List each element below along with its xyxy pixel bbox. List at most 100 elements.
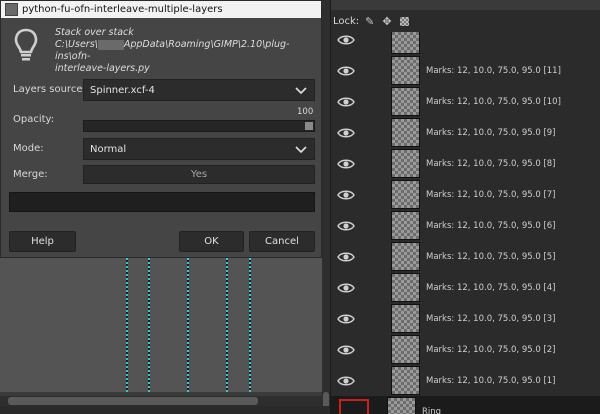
layer-thumbnail[interactable] <box>391 335 420 364</box>
layer-chain-toggle[interactable] <box>359 243 391 270</box>
visibility-eye-icon[interactable] <box>333 34 359 46</box>
layer-name[interactable]: Marks: 12, 10.0, 75.0, 95.0 [11] <box>426 66 561 76</box>
visibility-eye-icon[interactable] <box>333 127 359 139</box>
vertical-scrollbar[interactable] <box>322 0 330 414</box>
visibility-eye-icon[interactable] <box>333 282 359 294</box>
layer-row[interactable]: Marks: 12, 10.0, 75.0, 95.0 [3] <box>331 303 600 334</box>
layer-row[interactable]: Marks: 12, 10.0, 75.0, 95.0 [11] <box>331 55 600 86</box>
layer-name[interactable]: Marks: 12, 10.0, 75.0, 95.0 [2] <box>426 345 556 355</box>
layer-chain-toggle[interactable] <box>359 336 391 363</box>
layer-thumbnail[interactable] <box>387 397 416 414</box>
layer-row[interactable]: Marks: 12, 10.0, 75.0, 95.0 [1] <box>331 365 600 396</box>
layer-row[interactable]: Marks: 12, 10.0, 75.0, 95.0 [5] <box>331 241 600 272</box>
layer-thumbnail[interactable] <box>391 32 420 54</box>
info-line-3: interleave-layers.py <box>55 63 150 74</box>
visibility-eye-icon[interactable] <box>333 158 359 170</box>
info-row: Stack over stack C:\Users\ AppData\Roamin… <box>9 25 315 74</box>
canvas-guide-line <box>226 258 228 392</box>
layer-list[interactable]: Marks: 12, 10.0, 75.0, 95.0 [11] Marks: 1… <box>331 32 600 414</box>
plugin-info-text: Stack over stack C:\Users\ AppData\Roamin… <box>55 27 315 75</box>
horizontal-scrollbar[interactable] <box>0 396 322 406</box>
layer-row[interactable]: Ring <box>331 396 600 414</box>
layer-chain-toggle[interactable] <box>359 274 391 301</box>
layer-chain-toggle[interactable] <box>339 399 369 414</box>
move-lock-icon[interactable]: ✥ <box>382 15 391 28</box>
canvas-guide-line <box>126 258 128 392</box>
layer-name[interactable]: Marks: 12, 10.0, 75.0, 95.0 [5] <box>426 252 556 262</box>
canvas-image-region[interactable] <box>0 258 322 392</box>
layer-thumbnail[interactable] <box>391 211 420 240</box>
app-icon <box>5 3 18 16</box>
visibility-eye-icon[interactable] <box>333 313 359 325</box>
alpha-lock-icon[interactable] <box>399 16 409 26</box>
mode-select[interactable]: Normal <box>83 138 315 160</box>
layer-name[interactable]: Marks: 12, 10.0, 75.0, 95.0 [4] <box>426 283 556 293</box>
visibility-eye-icon[interactable] <box>333 375 359 387</box>
lock-label: Lock: <box>333 15 360 27</box>
layer-name[interactable]: Marks: 12, 10.0, 75.0, 95.0 [7] <box>426 190 556 200</box>
layer-name[interactable]: Marks: 12, 10.0, 75.0, 95.0 [10] <box>426 97 561 107</box>
info-path-prefix: C:\Users\ <box>55 39 98 50</box>
layer-chain-toggle[interactable] <box>359 181 391 208</box>
visibility-eye-icon[interactable] <box>333 189 359 201</box>
layer-name[interactable]: Marks: 12, 10.0, 75.0, 95.0 [9] <box>426 128 556 138</box>
visibility-eye-icon[interactable] <box>333 96 359 108</box>
layer-thumbnail[interactable] <box>391 304 420 333</box>
layer-thumbnail[interactable] <box>391 118 420 147</box>
layer-name[interactable]: Marks: 12, 10.0, 75.0, 95.0 [6] <box>426 221 556 231</box>
cancel-button[interactable]: Cancel <box>249 231 315 252</box>
layer-name[interactable]: Marks: 12, 10.0, 75.0, 95.0 [1] <box>426 376 556 386</box>
layer-thumbnail[interactable] <box>391 87 420 116</box>
lock-bar: Lock: ✎ ✥ <box>331 10 600 32</box>
layers-source-select[interactable]: Spinner.xcf-4 <box>83 79 315 101</box>
visibility-eye-icon[interactable] <box>333 344 359 356</box>
layer-row[interactable]: Marks: 12, 10.0, 75.0, 95.0 [7] <box>331 179 600 210</box>
merge-toggle[interactable]: Yes <box>83 165 315 184</box>
help-button[interactable]: Help <box>9 231 76 252</box>
layer-chain-toggle[interactable] <box>359 150 391 177</box>
layer-thumbnail[interactable] <box>391 56 420 85</box>
layer-row[interactable]: Marks: 12, 10.0, 75.0, 95.0 [2] <box>331 334 600 365</box>
chevron-down-icon <box>295 146 307 154</box>
dialog-titlebar[interactable]: python-fu-ofn-interleave-multiple-layers <box>1 1 321 18</box>
layer-name[interactable]: Marks: 12, 10.0, 75.0, 95.0 [8] <box>426 159 556 169</box>
layer-chain-toggle[interactable] <box>359 32 391 53</box>
layer-row[interactable]: Marks: 12, 10.0, 75.0, 95.0 [9] <box>331 117 600 148</box>
canvas-guide-line <box>148 258 150 392</box>
layer-thumbnail[interactable] <box>391 273 420 302</box>
layer-name[interactable]: Marks: 12, 10.0, 75.0, 95.0 [3] <box>426 314 556 324</box>
layer-row[interactable]: Marks: 12, 10.0, 75.0, 95.0 [4] <box>331 272 600 303</box>
progress-field <box>9 192 315 212</box>
layer-row[interactable]: Marks: 12, 10.0, 75.0, 95.0 [6] <box>331 210 600 241</box>
paintbrush-lock-icon[interactable]: ✎ <box>365 15 374 28</box>
visibility-eye-icon[interactable] <box>333 251 359 263</box>
layer-thumbnail[interactable] <box>391 180 420 209</box>
canvas-status-strip <box>0 406 330 414</box>
layer-chain-toggle[interactable] <box>359 88 391 115</box>
layer-chain-toggle[interactable] <box>359 57 391 84</box>
opacity-slider[interactable] <box>83 120 315 132</box>
opacity-value: 100 <box>297 107 314 117</box>
panel-tab-strip <box>331 0 600 10</box>
visibility-eye-icon[interactable] <box>333 220 359 232</box>
layer-chain-toggle[interactable] <box>359 212 391 239</box>
opacity-slider-handle[interactable] <box>305 122 313 130</box>
layer-row[interactable]: Marks: 12, 10.0, 75.0, 95.0 [10] <box>331 86 600 117</box>
chevron-down-icon <box>295 87 307 95</box>
plugin-dialog: python-fu-ofn-interleave-multiple-layers… <box>0 0 322 258</box>
layer-thumbnail[interactable] <box>391 242 420 271</box>
layer-thumbnail[interactable] <box>391 366 420 395</box>
ok-button[interactable]: OK <box>179 231 244 252</box>
redacted-username <box>97 39 124 50</box>
layer-name[interactable]: Ring <box>422 407 441 414</box>
layer-chain-toggle[interactable] <box>359 367 391 394</box>
layer-thumbnail[interactable] <box>391 149 420 178</box>
mode-label: Mode: <box>13 143 44 154</box>
layer-row[interactable]: Marks: 12, 10.0, 75.0, 95.0 [8] <box>331 148 600 179</box>
horizontal-scrollbar-thumb[interactable] <box>8 397 258 405</box>
visibility-eye-icon[interactable] <box>333 65 359 77</box>
layer-row[interactable] <box>331 32 600 55</box>
layer-chain-toggle[interactable] <box>359 305 391 332</box>
layer-chain-toggle[interactable] <box>359 119 391 146</box>
canvas-guide-line <box>249 258 251 392</box>
